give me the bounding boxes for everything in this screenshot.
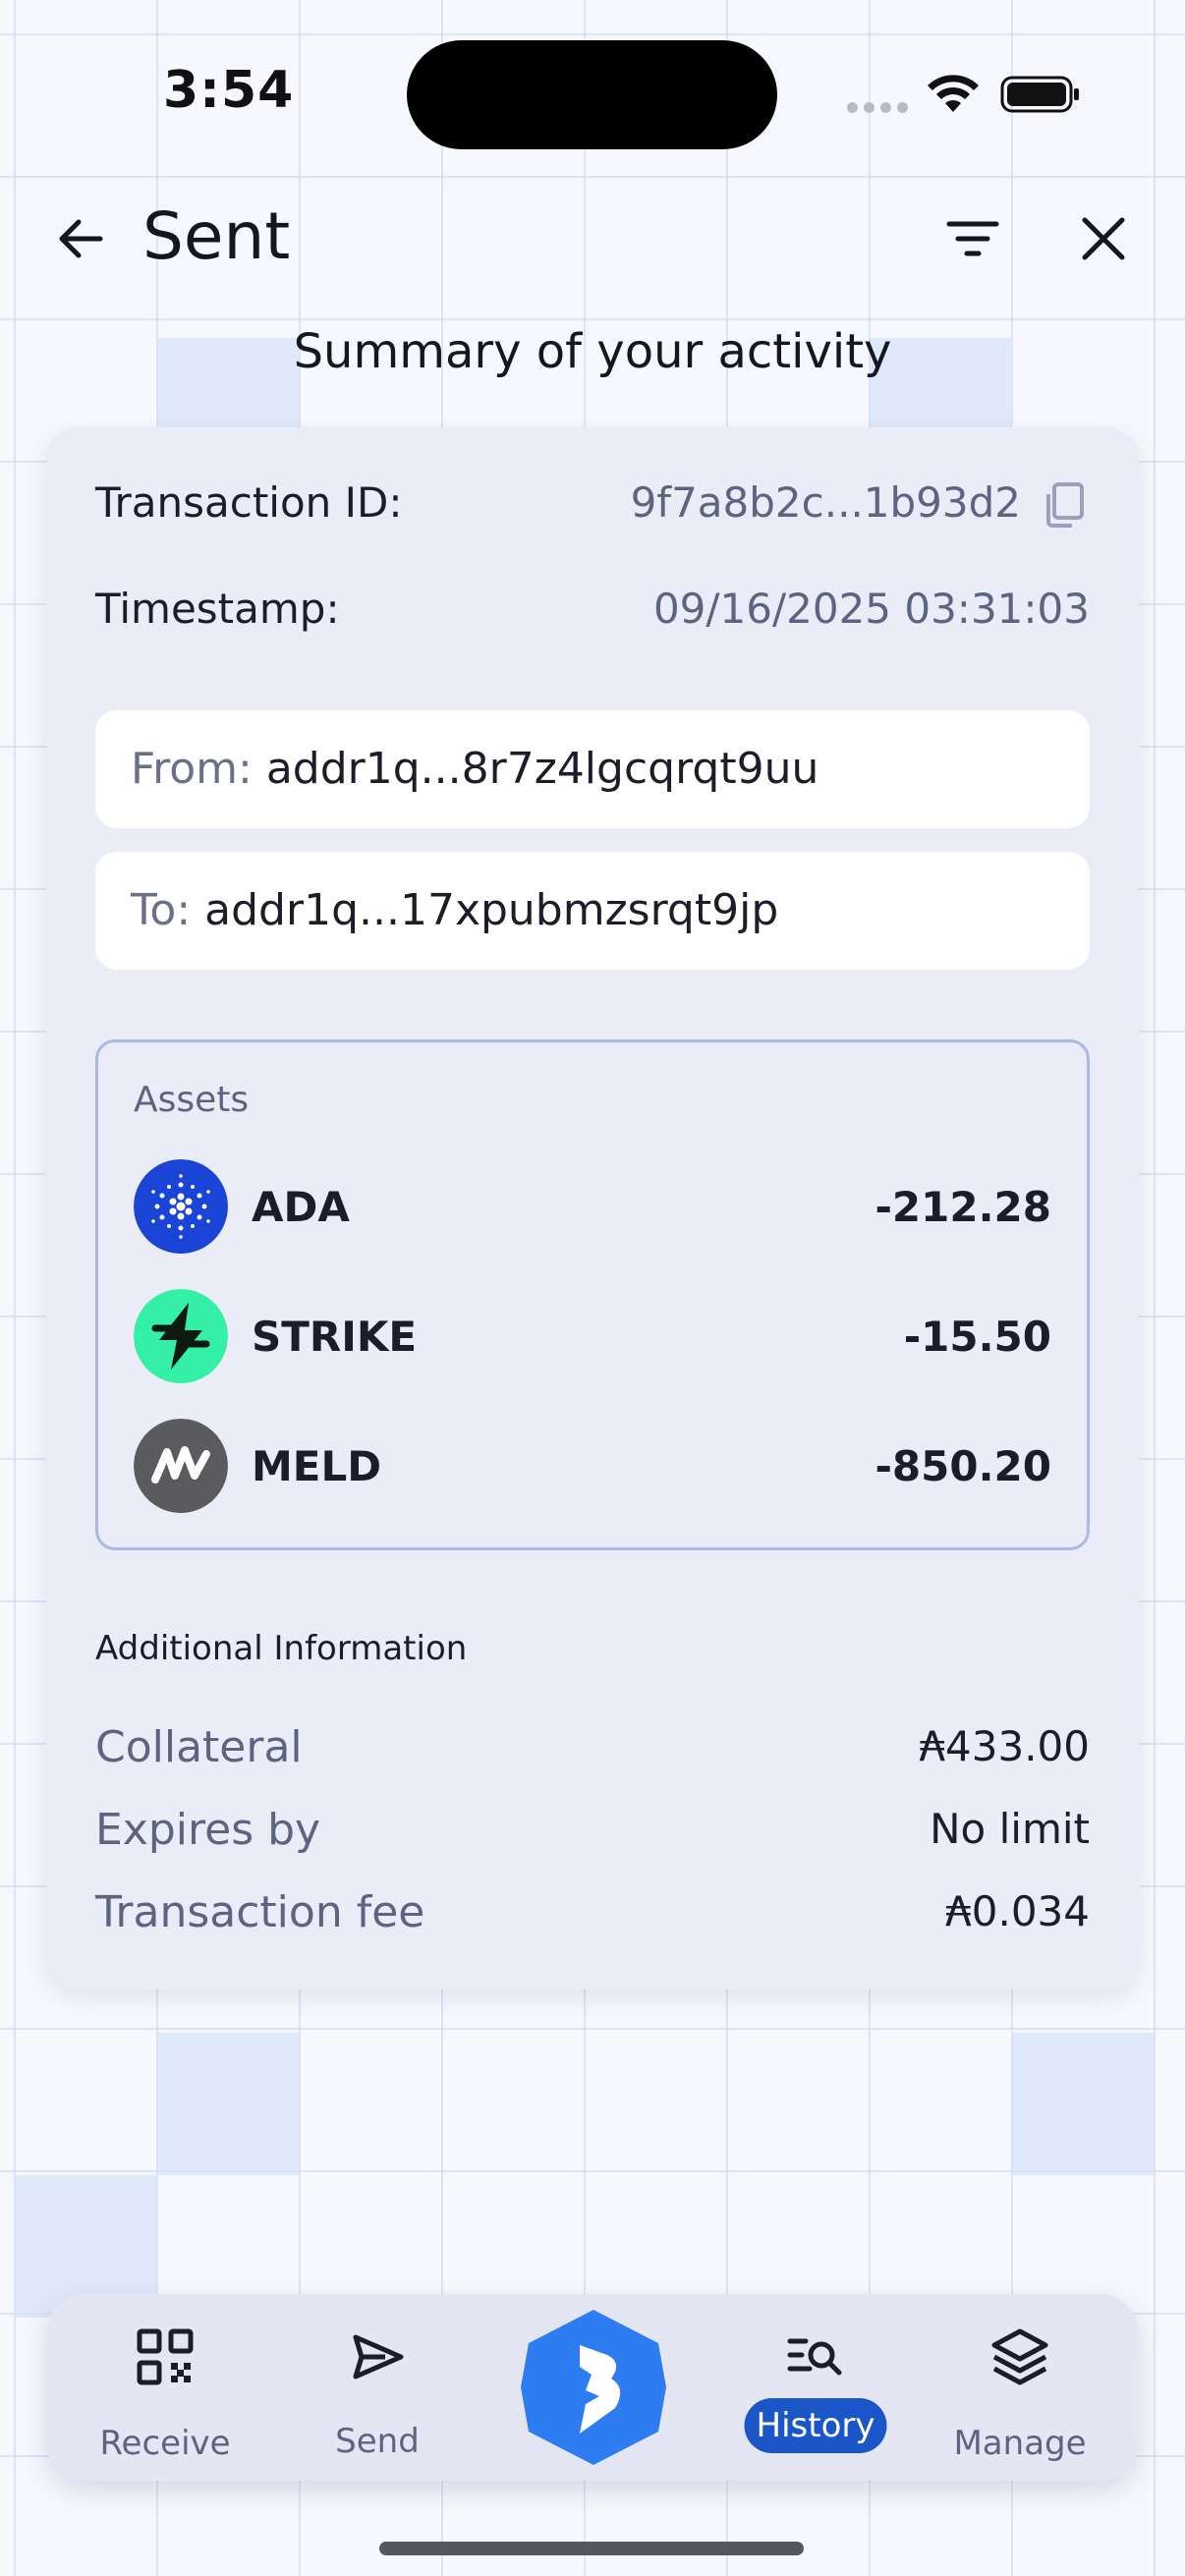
assets-box: Assets ADA -212.28 STRIKE -15.50 MELD -8…: [95, 1039, 1090, 1550]
battery-icon: [1000, 76, 1079, 113]
info-value: ₳433.00: [919, 1722, 1090, 1770]
wifi-icon: [928, 75, 979, 112]
to-address-box: To: addr1q...17xpubmzsrqt9jp: [95, 852, 1090, 970]
nav-receive[interactable]: Receive: [77, 2294, 254, 2481]
arrow-left-icon[interactable]: [51, 208, 112, 269]
info-row-fee: Transaction fee ₳0.034: [95, 1887, 1090, 1946]
brand-logo-icon[interactable]: [521, 2310, 666, 2465]
send-icon: [353, 2334, 404, 2380]
info-label: Expires by: [95, 1805, 321, 1855]
nav-label: Send: [335, 2422, 420, 2461]
asset-name: ADA: [252, 1183, 350, 1231]
transaction-id-value: 9f7a8b2c...1b93d2: [630, 478, 1021, 527]
asset-amount: -212.28: [875, 1183, 1051, 1231]
qr-code-icon: [137, 2328, 194, 2385]
background-tile: [156, 2033, 299, 2175]
strike-logo-icon: [134, 1289, 228, 1383]
background-tile: [1011, 2033, 1154, 2175]
page-subtitle: Summary of your activity: [293, 324, 892, 379]
nav-send[interactable]: Send: [289, 2294, 466, 2481]
additional-info-title: Additional Information: [95, 1629, 468, 1668]
from-address-box: From: addr1q...8r7z4lgcqrqt9uu: [95, 710, 1090, 828]
info-row-collateral: Collateral ₳433.00: [95, 1722, 1090, 1781]
filter-icon[interactable]: [943, 210, 1002, 269]
asset-row-meld: MELD -850.20: [134, 1419, 1051, 1513]
info-value: ₳0.034: [945, 1887, 1090, 1935]
close-icon[interactable]: [1073, 208, 1134, 269]
to-address: addr1q...17xpubmzsrqt9jp: [204, 885, 779, 935]
info-label: Collateral: [95, 1722, 303, 1772]
nav-label: History: [744, 2398, 887, 2453]
timestamp-label: Timestamp:: [95, 585, 340, 633]
layers-icon: [991, 2328, 1048, 2385]
from-label: From:: [131, 744, 253, 794]
info-label: Transaction fee: [95, 1887, 425, 1937]
home-indicator: [379, 2542, 804, 2555]
page-header: Sent: [0, 187, 1185, 295]
timestamp-value: 09/16/2025 03:31:03: [652, 585, 1090, 633]
page-title: Sent: [142, 198, 291, 274]
info-value: No limit: [930, 1805, 1090, 1853]
nav-history[interactable]: History: [727, 2294, 904, 2481]
asset-name: MELD: [252, 1442, 382, 1490]
to-label: To:: [131, 885, 192, 935]
asset-name: STRIKE: [252, 1313, 418, 1361]
copy-icon[interactable]: [1039, 478, 1090, 530]
history-search-icon: [787, 2338, 842, 2376]
dynamic-island: [407, 40, 777, 149]
transaction-id-label: Transaction ID:: [95, 478, 403, 527]
nav-label: Manage: [953, 2424, 1087, 2463]
asset-row-strike: STRIKE -15.50: [134, 1289, 1051, 1383]
timestamp-row: Timestamp: 09/16/2025 03:31:03: [95, 585, 1090, 644]
status-time: 3:54: [163, 61, 295, 120]
meld-logo-icon: [134, 1419, 228, 1513]
from-address: addr1q...8r7z4lgcqrqt9uu: [265, 744, 819, 794]
cardano-logo-icon: [134, 1159, 228, 1254]
nav-label: Receive: [99, 2424, 231, 2463]
nav-manage[interactable]: Manage: [931, 2294, 1108, 2481]
asset-row-ada: ADA -212.28: [134, 1159, 1051, 1254]
asset-amount: -15.50: [903, 1313, 1051, 1361]
transaction-summary-card: Transaction ID: 9f7a8b2c...1b93d2 Timest…: [46, 427, 1139, 1989]
transaction-id-row: Transaction ID: 9f7a8b2c...1b93d2: [95, 478, 1090, 537]
assets-title: Assets: [134, 1080, 250, 1120]
asset-amount: -850.20: [875, 1442, 1051, 1490]
status-bar: 3:54: [0, 0, 1185, 187]
bottom-nav: Receive Send History Manage: [47, 2294, 1138, 2481]
info-row-expires: Expires by No limit: [95, 1805, 1090, 1864]
cellular-signal-icon: [847, 102, 908, 113]
